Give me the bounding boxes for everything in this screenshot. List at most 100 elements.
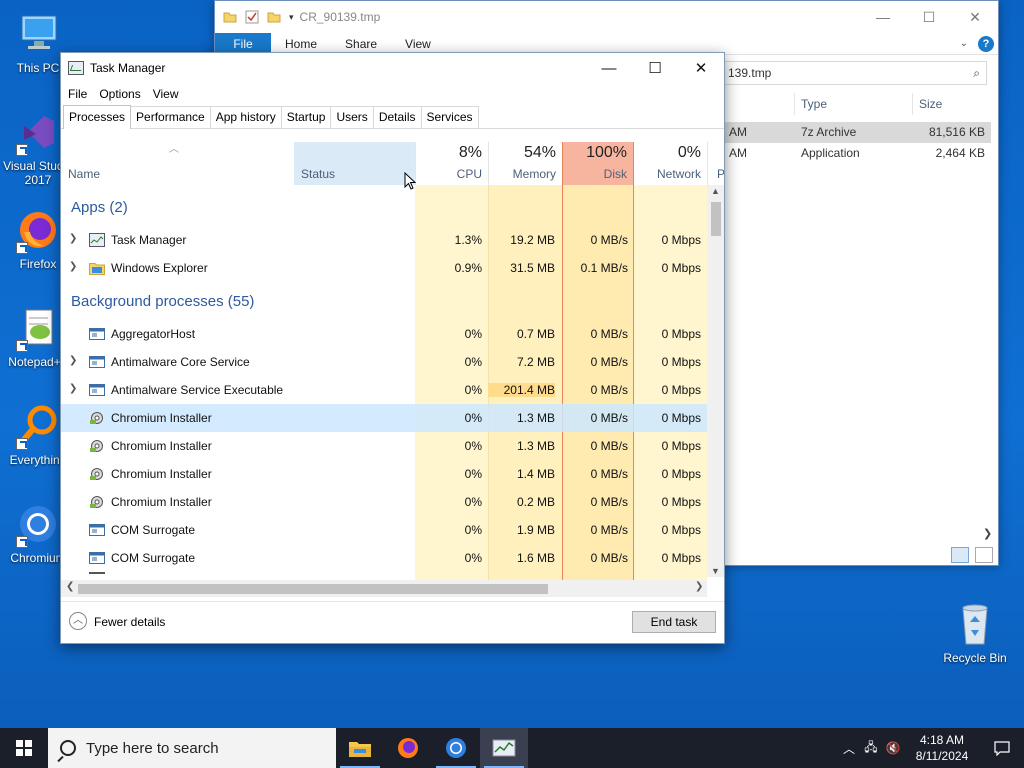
search-icon[interactable]: ⌕ [973, 66, 980, 81]
fewer-details-link[interactable]: Fewer details [94, 615, 165, 629]
column-type-header[interactable]: Type [795, 93, 913, 115]
file-size: 81,516 KB [928, 125, 985, 139]
network-label: Network [656, 167, 701, 181]
column-size-header[interactable]: Size [913, 93, 991, 115]
file-row[interactable]: AM 7z Archive 81,516 KB [723, 122, 991, 143]
cpu-total-percent: 8% [458, 144, 482, 161]
close-button[interactable]: ✕ [678, 53, 724, 83]
column-disk-header[interactable]: 100% Disk [562, 142, 634, 185]
scrollbar-thumb[interactable] [711, 202, 721, 236]
taskbar-task-manager[interactable] [480, 728, 528, 768]
expand-chevron-icon[interactable]: ❯ [69, 233, 77, 244]
process-row[interactable]: Chromium Installer 0% 0.2 MB 0 MB/s 0 Mbps [61, 488, 707, 516]
column-name-header[interactable]: ︿ Name [61, 142, 294, 185]
taskbar-firefox[interactable] [384, 728, 432, 768]
process-cpu: 0% [464, 355, 482, 369]
process-disk: 0 MB/s [590, 327, 628, 341]
tab-processes[interactable]: Processes [63, 105, 132, 129]
explorer-titlebar[interactable]: ▾ CR_90139.tmp — ☐ ✕ [215, 1, 998, 33]
process-row[interactable]: COM Surrogate 0% 1.6 MB 0 MB/s 0 Mbps [61, 544, 707, 572]
taskbar-search-box[interactable]: Type here to search [48, 728, 336, 768]
horizontal-scrollbar[interactable]: ❮ ❯ [61, 580, 707, 597]
help-icon[interactable]: ? [978, 35, 994, 52]
desktop-icon-recycle-bin[interactable]: Recycle Bin [937, 600, 1013, 665]
scroll-right-arrow-icon[interactable]: ❯ [983, 527, 992, 540]
volume-muted-icon[interactable]: 🔇 [882, 741, 904, 755]
menu-file[interactable]: File [68, 87, 87, 101]
details-view-icon[interactable] [951, 547, 969, 563]
chevron-up-circle-icon[interactable]: ︿ [69, 612, 87, 630]
column-memory-header[interactable]: 54% Memory [488, 142, 562, 185]
task-manager-titlebar[interactable]: Task Manager — ☐ ✕ [61, 53, 724, 83]
tab-services[interactable]: Services [420, 106, 479, 128]
clock-date: 8/11/2024 [915, 749, 969, 763]
column-status-header[interactable]: Status [294, 142, 415, 185]
chevron-down-icon[interactable]: ▾ [289, 12, 294, 23]
menu-view[interactable]: View [153, 87, 179, 101]
clock[interactable]: 4:18 AM 8/11/2024 [904, 732, 980, 764]
explorer-close-button[interactable]: ✕ [952, 1, 998, 33]
file-row[interactable]: AM Application 2,464 KB [723, 143, 991, 164]
scroll-up-arrow-icon[interactable]: ▲ [711, 186, 720, 196]
explorer-maximize-button[interactable]: ☐ [906, 1, 952, 33]
file-size: 2,464 KB [935, 146, 985, 160]
process-row[interactable]: ❯ Windows Explorer 0.9% 31.5 MB 0.1 MB/s… [61, 254, 707, 282]
ribbon-tab-home[interactable]: Home [271, 37, 331, 51]
column-power-header[interactable]: P [707, 142, 724, 185]
tab-app-history[interactable]: App history [209, 106, 282, 128]
process-network: 0 Mbps [661, 383, 701, 397]
process-row[interactable]: AggregatorHost 0% 0.7 MB 0 MB/s 0 Mbps [61, 320, 707, 348]
ribbon-tab-view[interactable]: View [391, 37, 445, 51]
show-hidden-icons-chevron-icon[interactable]: ︿ [838, 740, 860, 757]
vertical-scrollbar[interactable]: ▲ ▼ [707, 185, 724, 577]
tab-users[interactable]: Users [330, 106, 374, 128]
process-row[interactable]: ❯ Antimalware Service Executable 0% 201.4 M… [61, 376, 707, 404]
process-network: 0 Mbps [661, 261, 701, 275]
start-button[interactable] [0, 728, 48, 768]
column-network-header[interactable]: 0% Network [634, 142, 707, 185]
properties-icon[interactable] [245, 10, 259, 24]
process-row[interactable]: Chromium Installer 0% 1.4 MB 0 MB/s 0 Mbps [61, 460, 707, 488]
menu-bar: File Options View [61, 83, 724, 105]
tab-startup[interactable]: Startup [280, 106, 332, 128]
minimize-button[interactable]: — [586, 53, 632, 83]
ribbon-expand-chevron-icon[interactable]: ⌄ [960, 38, 968, 49]
scroll-down-arrow-icon[interactable]: ▼ [711, 566, 720, 576]
explorer-search-box[interactable]: 139.tmp ⌕ [723, 61, 987, 85]
column-cpu-header[interactable]: 8% CPU [415, 142, 488, 185]
maximize-button[interactable]: ☐ [632, 53, 678, 83]
process-memory: 7.2 MB [516, 355, 555, 369]
process-row[interactable]: COM Surrogate 0% 1.9 MB 0 MB/s 0 Mbps [61, 516, 707, 544]
network-icon[interactable]: 🖧 [860, 738, 882, 759]
task-manager-window[interactable]: Task Manager — ☐ ✕ File Options View Pro… [60, 52, 725, 644]
tab-performance[interactable]: Performance [130, 106, 211, 128]
expand-chevron-icon[interactable]: ❯ [69, 355, 77, 366]
process-row[interactable]: ❯ Task Manager 1.3% 19.2 MB 0 MB/s 0 Mbp… [61, 226, 707, 254]
group-header-background[interactable]: Background processes (55) [71, 293, 254, 310]
process-cpu: 0.9% [454, 261, 482, 275]
group-header-apps[interactable]: Apps (2) [71, 199, 128, 216]
new-folder-icon[interactable] [267, 10, 281, 24]
explorer-minimize-button[interactable]: — [860, 1, 906, 33]
end-task-button[interactable]: End task [632, 611, 716, 633]
process-row[interactable]: ❯ Antimalware Core Service 0% 7.2 MB 0 MB/s 0… [61, 348, 707, 376]
expand-chevron-icon[interactable]: ❯ [69, 261, 77, 272]
hscroll-thumb[interactable] [78, 584, 548, 594]
large-icons-view-icon[interactable] [975, 547, 993, 563]
system-tray: ︿ 🖧 🔇 4:18 AM 8/11/2024 [838, 728, 1024, 768]
action-center-button[interactable] [980, 728, 1024, 768]
taskbar-chromium[interactable] [432, 728, 480, 768]
expand-chevron-icon[interactable]: ❯ [69, 383, 77, 394]
file-explorer-icon [349, 742, 371, 757]
ribbon-tab-share[interactable]: Share [331, 37, 391, 51]
process-row[interactable]: Chromium Installer 0% 1.3 MB 0 MB/s 0 Mbps [61, 404, 707, 432]
process-name: Chromium Installer [111, 495, 212, 509]
scroll-left-arrow-icon[interactable]: ❮ [66, 581, 74, 592]
process-row[interactable]: Chromium Installer 0% 1.3 MB 0 MB/s 0 Mbps [61, 432, 707, 460]
scroll-right-arrow-icon[interactable]: ❯ [695, 581, 703, 592]
process-network: 0 Mbps [661, 439, 701, 453]
visual-studio-icon [14, 108, 62, 156]
menu-options[interactable]: Options [99, 87, 140, 101]
tab-details[interactable]: Details [372, 106, 422, 128]
taskbar-file-explorer[interactable] [336, 728, 384, 768]
